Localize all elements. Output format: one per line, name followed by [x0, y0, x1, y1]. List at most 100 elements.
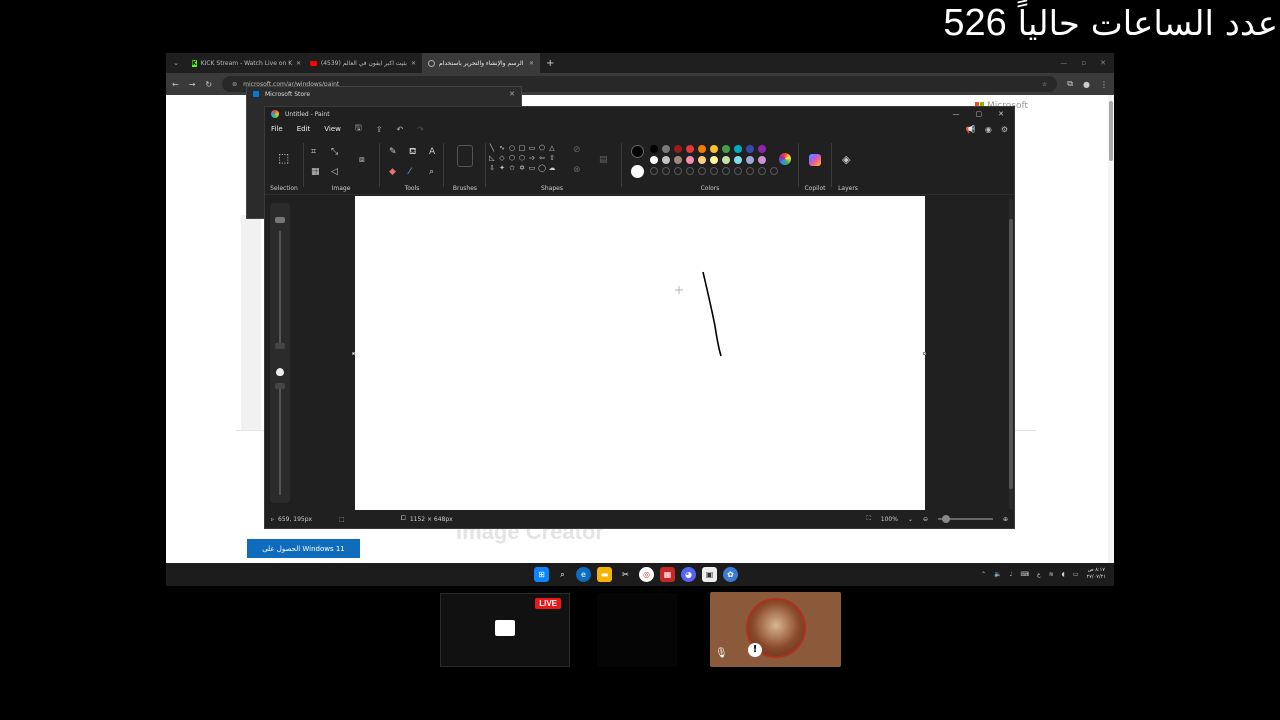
pencil-icon[interactable]: ✎: [389, 147, 397, 157]
start-icon[interactable]: ⊞: [534, 567, 549, 582]
chevron-down-icon[interactable]: ⌄: [908, 516, 913, 523]
keyboard-icon[interactable]: ⌨: [1020, 571, 1029, 578]
ai-erase-icon[interactable]: ▦: [311, 167, 320, 177]
back-icon[interactable]: ←: [172, 80, 179, 89]
color-swatch[interactable]: [758, 156, 766, 164]
wifi-icon[interactable]: ≋: [1049, 571, 1054, 578]
custom-color-slot[interactable]: [686, 167, 694, 175]
announcement-icon[interactable]: 📢: [966, 125, 976, 134]
reload-icon[interactable]: ↻: [205, 80, 212, 89]
custom-color-slot[interactable]: [770, 167, 778, 175]
custom-color-slot[interactable]: [758, 167, 766, 175]
secondary-color-swatch[interactable]: [631, 165, 644, 178]
color-swatch[interactable]: [650, 145, 658, 153]
color-swatch[interactable]: [758, 145, 766, 153]
store-icon[interactable]: ▣: [702, 567, 717, 582]
battery-icon[interactable]: ▭: [1073, 571, 1079, 578]
capcut-icon[interactable]: ✂: [618, 567, 633, 582]
account-icon[interactable]: ◉: [985, 125, 992, 134]
custom-color-slot[interactable]: [722, 167, 730, 175]
speaker-icon[interactable]: 🔈: [994, 571, 1001, 578]
color-swatch[interactable]: [662, 145, 670, 153]
color-swatch[interactable]: [674, 156, 682, 164]
close-icon[interactable]: ✕: [296, 60, 301, 67]
color-swatch[interactable]: [698, 145, 706, 153]
edge-icon[interactable]: e: [576, 567, 591, 582]
minimize-icon[interactable]: —: [1060, 59, 1067, 67]
image-remove-bg-icon[interactable]: ⧈: [359, 155, 365, 165]
maximize-icon[interactable]: ▢: [976, 110, 983, 118]
custom-color-slot[interactable]: [734, 167, 742, 175]
close-icon[interactable]: ✕: [529, 60, 534, 67]
opacity-knob[interactable]: [275, 383, 285, 389]
custom-color-slot[interactable]: [746, 167, 754, 175]
browser-tab-paint-page[interactable]: الرسم والإنشاء والتحرير باستخدام ✕: [422, 53, 540, 73]
color-swatch[interactable]: [686, 156, 694, 164]
zoom-slider[interactable]: [937, 515, 993, 523]
menu-view[interactable]: View: [324, 125, 341, 133]
size-slider-top-knob[interactable]: [275, 217, 285, 223]
resize-icon[interactable]: ⤡: [331, 147, 338, 157]
screen-share-thumbnail[interactable]: LIVE: [440, 593, 570, 667]
fit-to-window-icon[interactable]: ⛶: [867, 515, 871, 523]
rotate-icon[interactable]: ◁: [331, 167, 338, 177]
custom-color-slot[interactable]: [698, 167, 706, 175]
canvas-resize-handle-left[interactable]: [352, 352, 355, 355]
color-swatch[interactable]: [662, 156, 670, 164]
custom-color-slot[interactable]: [650, 167, 658, 175]
copilot-icon[interactable]: [809, 154, 821, 166]
chrome-icon[interactable]: ◎: [639, 567, 654, 582]
layers-icon[interactable]: ◈: [842, 153, 850, 166]
browser-tab-youtube[interactable]: (4539) بثيت اكبر ايفون في العالم ✕: [304, 53, 422, 73]
custom-color-slot[interactable]: [662, 167, 670, 175]
save-icon[interactable]: 🖫: [355, 122, 362, 136]
redo-icon[interactable]: ↷: [417, 125, 424, 134]
fill-bucket-icon[interactable]: ⛾: [409, 147, 416, 158]
selection-rectangle-icon[interactable]: ⬚: [278, 151, 289, 165]
close-icon[interactable]: ✕: [998, 110, 1004, 118]
close-icon[interactable]: ✕: [1100, 59, 1106, 67]
color-swatch[interactable]: [710, 145, 718, 153]
page-scrollbar[interactable]: [1108, 95, 1114, 563]
color-swatch[interactable]: [698, 156, 706, 164]
menu-edit[interactable]: Edit: [297, 125, 311, 133]
camera-thumbnail[interactable]: 🎙 !: [710, 592, 841, 667]
paint-taskbar-icon[interactable]: ✿: [723, 567, 738, 582]
site-info-icon[interactable]: ⊜: [232, 81, 237, 88]
file-explorer-icon[interactable]: ▬: [597, 567, 612, 582]
primary-color-swatch[interactable]: [631, 145, 644, 158]
color-swatch[interactable]: [746, 156, 754, 164]
custom-color-slot[interactable]: [710, 167, 718, 175]
calendar-app-icon[interactable]: ▦: [660, 567, 675, 582]
participant-thumbnail[interactable]: [597, 593, 677, 667]
text-icon[interactable]: A: [429, 147, 435, 157]
color-swatch[interactable]: [722, 156, 730, 164]
brush-icon[interactable]: [457, 145, 473, 167]
color-swatch[interactable]: [746, 145, 754, 153]
volume-icon[interactable]: ◖: [1062, 571, 1065, 578]
chevron-up-icon[interactable]: ⌃: [981, 571, 986, 578]
discord-icon[interactable]: ◕: [681, 567, 696, 582]
bookmark-star-icon[interactable]: ☆: [1042, 81, 1047, 88]
color-palette[interactable]: [650, 145, 782, 178]
mic-icon[interactable]: ♩: [1010, 571, 1013, 578]
shapes-gallery[interactable]: ╲ ∿ ○ □ ▭ ⬠ △ ◺ ◇ ⬡ ⬡ ➩ ⇦ ⇧ ⇩ ✦ ✩ ✡ ▭ ◯ ☁: [487, 143, 557, 173]
magnifier-icon[interactable]: ⌕: [429, 167, 434, 177]
brush-size-knob[interactable]: [275, 343, 285, 349]
crop-icon[interactable]: ⌗: [311, 147, 316, 157]
color-swatch[interactable]: [734, 156, 742, 164]
get-windows-button[interactable]: الحصول على Windows 11: [247, 539, 360, 558]
edit-colors-icon[interactable]: [779, 153, 791, 165]
search-icon[interactable]: ⌕: [555, 567, 570, 582]
outline-icon[interactable]: ⊘: [573, 145, 581, 155]
zoom-in-icon[interactable]: ⊕: [1003, 516, 1008, 523]
close-icon[interactable]: ✕: [411, 60, 416, 67]
opacity-slider[interactable]: [279, 383, 281, 495]
color-swatch[interactable]: [674, 145, 682, 153]
custom-color-slot[interactable]: [674, 167, 682, 175]
extensions-icon[interactable]: ⧉: [1067, 79, 1073, 89]
brush-size-slider[interactable]: [279, 231, 281, 349]
undo-icon[interactable]: ↶: [396, 125, 403, 134]
settings-gear-icon[interactable]: ⚙: [1001, 125, 1008, 134]
zoom-level[interactable]: 100%: [881, 516, 898, 523]
